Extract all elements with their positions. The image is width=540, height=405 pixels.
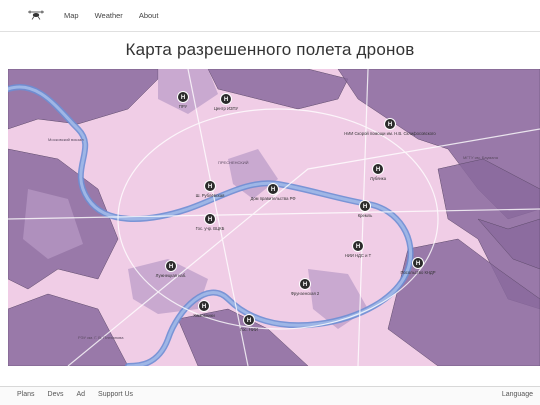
footer: Plans Devs Ad Support Us Language (0, 386, 540, 405)
marker-label: НИИ Скорой помощи им. Н.В. Склифосовског… (344, 131, 436, 136)
top-navbar: Map Weather About (0, 0, 540, 32)
marker-label: Кремль (358, 213, 373, 218)
marker-label: Фрунзенская 2 (291, 291, 320, 296)
helipad-glyph: H (181, 95, 185, 101)
marker-label: Центр ИЗПУ (214, 106, 239, 111)
nav-link-about[interactable]: About (139, 11, 159, 20)
drone-map[interactable]: ПРЕСНЕНСКИЙ Московский вокзал РЭУ им. Г.… (8, 69, 540, 366)
helipad-glyph: H (208, 217, 212, 223)
nav-link-map[interactable]: Map (64, 11, 79, 20)
place-label: МГТУ им. Баумана (463, 155, 499, 160)
helipad-glyph: H (208, 184, 212, 190)
marker-label: Посольство КНДР (400, 270, 435, 275)
helipad-glyph: H (247, 318, 251, 324)
footer-link-support[interactable]: Support Us (98, 391, 133, 398)
marker-label: Хамовники (193, 313, 215, 318)
place-label: ПРЕСНЕНСКИЙ (218, 160, 249, 165)
marker-label: Дом правительства РФ (250, 196, 295, 201)
place-label: Московский вокзал (48, 137, 84, 142)
helipad-glyph: H (388, 122, 392, 128)
helipad-glyph: H (303, 282, 307, 288)
helipad-glyph: H (224, 97, 228, 103)
marker-label: Лужнецкая наб. (156, 273, 187, 278)
helipad-glyph: H (363, 204, 367, 210)
footer-links: Plans Devs Ad Support Us (17, 391, 146, 398)
helipad-glyph: H (202, 304, 206, 310)
nav-links: Map Weather About (64, 11, 174, 20)
map-canvas[interactable]: ПРЕСНЕНСКИЙ Московский вокзал РЭУ им. Г.… (8, 69, 540, 366)
language-selector[interactable]: Language (502, 391, 533, 398)
helipad-glyph: H (416, 261, 420, 267)
helipad-glyph: H (356, 244, 360, 250)
marker-label: Гос. НИИ (240, 327, 258, 332)
footer-link-devs[interactable]: Devs (48, 391, 64, 398)
helipad-glyph: H (271, 187, 275, 193)
helipad-glyph: H (169, 264, 173, 270)
marker-label: Ш. Рублёвская (196, 193, 225, 198)
footer-link-ad[interactable]: Ad (76, 391, 85, 398)
marker-label: Гос. учр. ВЦКБ (196, 226, 225, 231)
drone-icon[interactable] (26, 9, 46, 21)
marker-label: НИИ НДС и Т (345, 253, 372, 258)
place-label: РЭУ им. Г. В. Плеханова (78, 335, 124, 340)
marker-label: Лубянка (370, 176, 387, 181)
footer-link-plans[interactable]: Plans (17, 391, 35, 398)
helipad-glyph: H (376, 167, 380, 173)
nav-link-weather[interactable]: Weather (95, 11, 123, 20)
heliport-marker[interactable]: H ПРУ (177, 91, 189, 110)
page-title: Карта разрешенного полета дронов (125, 40, 415, 59)
marker-label: ПРУ (179, 104, 188, 109)
